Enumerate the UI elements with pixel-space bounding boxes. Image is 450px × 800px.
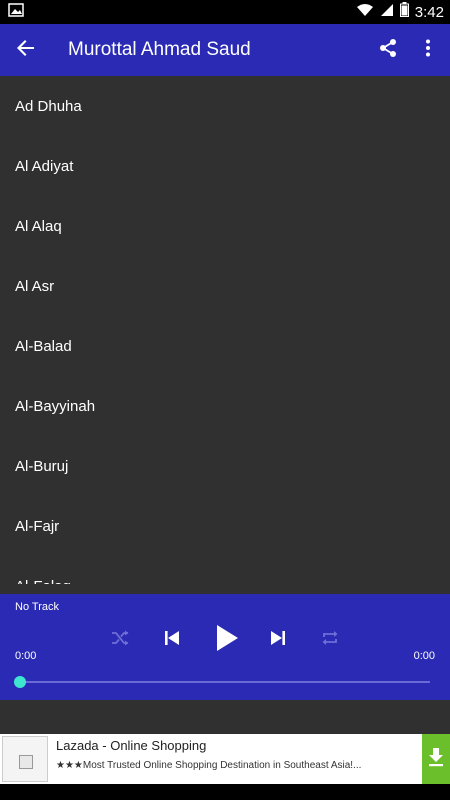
skip-previous-icon: [163, 629, 181, 652]
status-time: 3:42: [414, 3, 444, 21]
player-controls: [0, 624, 450, 656]
list-item[interactable]: Ad Dhuha: [0, 76, 450, 136]
battery-icon: [399, 2, 409, 22]
ad-banner[interactable]: Lazada - Online Shopping ★★★Most Trusted…: [0, 734, 450, 784]
seek-bar[interactable]: [20, 681, 430, 683]
list-item[interactable]: Al Alaq: [0, 196, 450, 256]
list-item[interactable]: Al-Bayyinah: [0, 376, 450, 436]
image-notification-icon: [8, 2, 24, 22]
list-item[interactable]: Al-Falaq: [0, 556, 450, 585]
share-button[interactable]: [368, 24, 408, 76]
share-icon: [378, 38, 398, 63]
list-item[interactable]: Al Adiyat: [0, 136, 450, 196]
play-button[interactable]: [212, 624, 242, 656]
list-item[interactable]: Al-Fajr: [0, 496, 450, 556]
status-bar: 3:42: [0, 0, 450, 24]
shuffle-button[interactable]: [108, 624, 132, 656]
track-name: No Track: [15, 601, 60, 613]
repeat-icon: [321, 630, 339, 651]
play-icon: [215, 624, 239, 657]
list-item[interactable]: Al-Buruj: [0, 436, 450, 496]
skip-next-icon: [269, 629, 287, 652]
repeat-button[interactable]: [318, 624, 342, 656]
previous-button[interactable]: [160, 624, 184, 656]
navigation-bar: [0, 784, 450, 800]
total-time: 0:00: [413, 650, 435, 662]
signal-icon: [380, 3, 394, 22]
shuffle-icon: [111, 630, 129, 651]
list-item[interactable]: Al-Balad: [0, 316, 450, 376]
download-icon: [427, 747, 445, 772]
more-vert-icon: [425, 39, 431, 62]
ad-image[interactable]: [2, 736, 48, 782]
page-title: Murottal Ahmad Saud: [68, 39, 251, 60]
wifi-icon: [356, 3, 374, 22]
broken-image-icon: [19, 755, 33, 769]
overflow-menu-button[interactable]: [408, 24, 448, 76]
track-list[interactable]: Ad Dhuha Al Adiyat Al Alaq Al Asr Al-Bal…: [0, 76, 450, 585]
spacer: [0, 700, 450, 734]
arrow-back-icon: [17, 39, 35, 62]
list-item[interactable]: Al Asr: [0, 256, 450, 316]
app-bar: Murottal Ahmad Saud: [0, 24, 450, 76]
ad-title[interactable]: Lazada - Online Shopping: [56, 738, 206, 753]
ad-download-button[interactable]: [422, 734, 450, 784]
player-panel: No Track 0:00 0:00: [0, 594, 450, 700]
next-button[interactable]: [266, 624, 290, 656]
seek-thumb[interactable]: [14, 676, 26, 688]
back-button[interactable]: [0, 24, 52, 76]
current-time: 0:00: [15, 650, 37, 662]
ad-text[interactable]: ★★★Most Trusted Online Shopping Destinat…: [56, 760, 406, 771]
